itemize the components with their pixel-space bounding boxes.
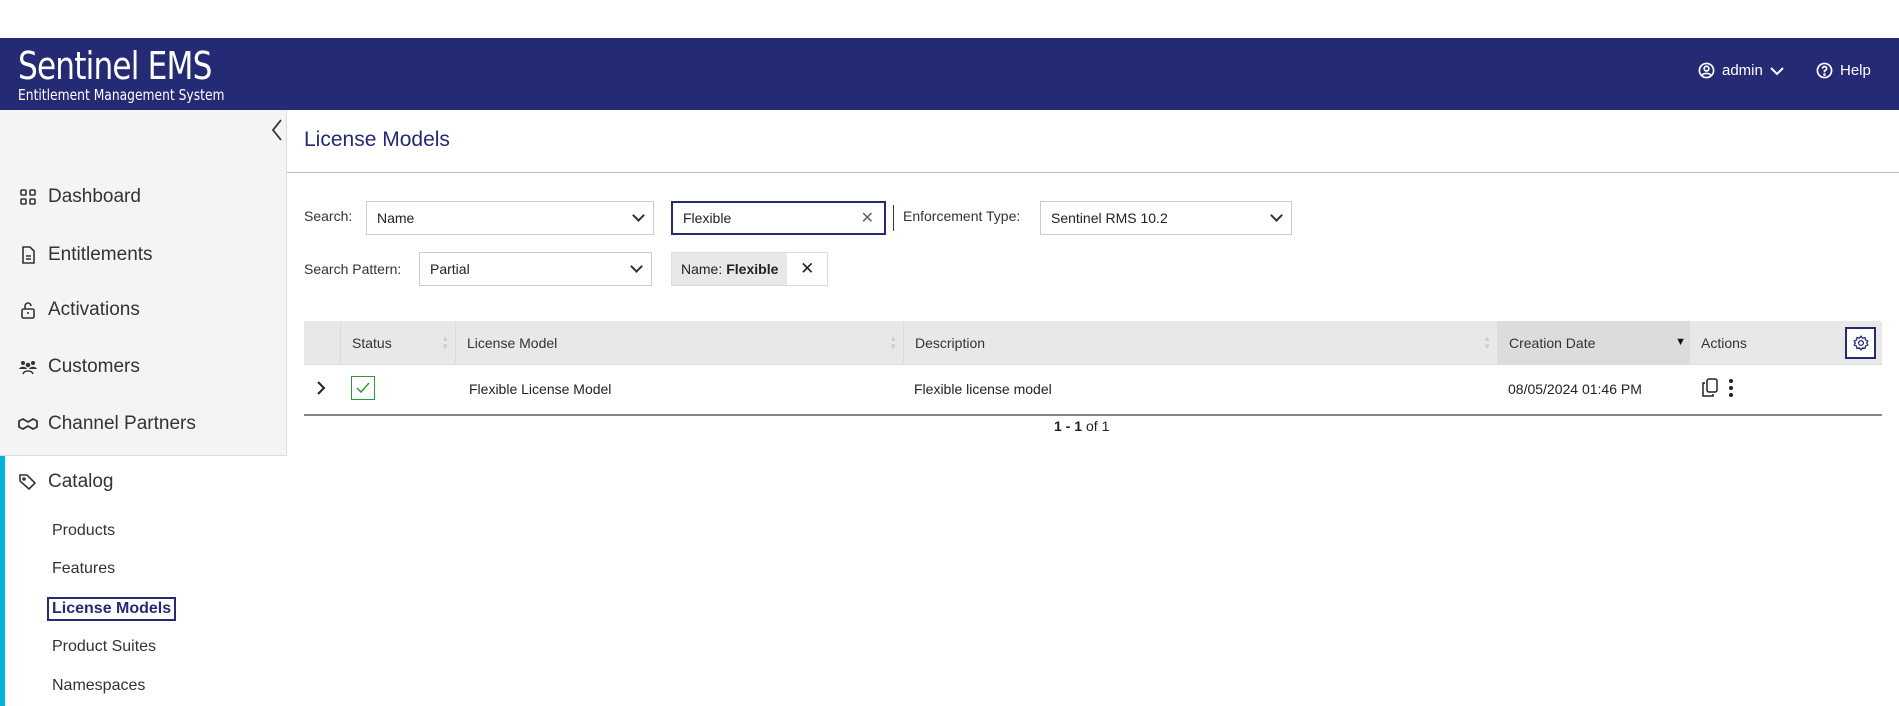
enforcement-type-select[interactable]: Sentinel RMS 10.2 bbox=[1040, 201, 1292, 235]
chevron-down-icon bbox=[630, 260, 643, 273]
sidebar-item-dashboard[interactable]: Dashboard bbox=[18, 186, 141, 208]
remove-filter-icon[interactable]: ✕ bbox=[787, 253, 827, 285]
unlock-icon bbox=[21, 302, 35, 319]
more-actions-icon[interactable] bbox=[1728, 378, 1734, 398]
grid-icon bbox=[20, 189, 36, 205]
column-label: Creation Date bbox=[1509, 335, 1596, 351]
enforcement-label: Enforcement Type: bbox=[903, 208, 1021, 224]
sidebar-item-label: Entitlements bbox=[48, 244, 153, 265]
gear-icon bbox=[1852, 335, 1869, 351]
help-link[interactable]: Help bbox=[1816, 62, 1871, 79]
sort-icon: ▲ ▼ bbox=[1483, 334, 1491, 351]
document-icon bbox=[22, 246, 35, 264]
pagination-total: of 1 bbox=[1086, 418, 1110, 434]
chevron-down-icon bbox=[1270, 209, 1283, 222]
sidebar-subitem-license-models[interactable]: License Models bbox=[47, 597, 177, 621]
users-icon bbox=[19, 361, 37, 375]
sidebar-item-label: Customers bbox=[48, 356, 140, 377]
sidebar-item-label: Channel Partners bbox=[48, 413, 196, 434]
sidebar-item-label: Dashboard bbox=[48, 186, 141, 207]
column-header-status[interactable]: Status ▲ ▼ bbox=[340, 321, 455, 365]
search-input[interactable]: Flexible ✕ bbox=[671, 201, 886, 235]
sidebar-subitem-namespaces[interactable]: Namespaces bbox=[52, 677, 145, 695]
cell-creation-date: 08/05/2024 01:46 PM bbox=[1508, 381, 1642, 397]
expand-row-icon[interactable] bbox=[316, 380, 326, 396]
user-circle-icon bbox=[1698, 62, 1715, 79]
table-header: Status ▲ ▼ License Model ▲ ▼ Description ▲ ▼ C… bbox=[304, 321, 1882, 365]
pagination-range: 1 - 1 bbox=[1054, 418, 1083, 434]
enforcement-value: Sentinel RMS 10.2 bbox=[1051, 210, 1168, 226]
sidebar-item-customers[interactable]: Customers bbox=[18, 356, 140, 378]
pagination: 1 - 1 of 1 bbox=[1054, 418, 1109, 434]
sort-desc-icon: ▼ bbox=[1675, 336, 1686, 348]
sort-icon: ▲ ▼ bbox=[889, 334, 897, 351]
separator bbox=[893, 205, 894, 231]
sidebar-subitem-features[interactable]: Features bbox=[52, 560, 115, 578]
table-bottom-border bbox=[304, 414, 1882, 416]
sidebar-subitem-product-suites[interactable]: Product Suites bbox=[52, 638, 156, 656]
chevron-down-icon bbox=[1770, 66, 1784, 75]
help-label: Help bbox=[1840, 62, 1871, 79]
active-section-indicator bbox=[0, 456, 5, 706]
status-enabled-icon bbox=[351, 376, 375, 400]
chip-value: Flexible bbox=[726, 261, 779, 277]
search-field-value: Name bbox=[377, 210, 415, 226]
cell-description: Flexible license model bbox=[914, 381, 1052, 397]
column-header-creation-date[interactable]: Creation Date ▼ bbox=[1497, 321, 1690, 365]
search-input-value: Flexible bbox=[683, 210, 732, 226]
column-label: Actions bbox=[1701, 335, 1747, 351]
chevron-down-icon bbox=[632, 209, 645, 222]
search-pattern-select[interactable]: Partial bbox=[419, 252, 652, 286]
chip-key: Name: bbox=[681, 261, 723, 277]
filter-chip: Name: Flexible ✕ bbox=[671, 252, 828, 286]
handshake-icon bbox=[18, 417, 38, 431]
cell-license-model[interactable]: Flexible License Model bbox=[469, 365, 611, 413]
column-label: License Model bbox=[467, 335, 558, 351]
user-menu[interactable]: admin bbox=[1698, 62, 1784, 79]
page-title: License Models bbox=[304, 128, 450, 151]
column-settings-button[interactable] bbox=[1845, 327, 1876, 359]
pattern-label: Search Pattern: bbox=[304, 261, 402, 277]
column-label: Status bbox=[352, 335, 392, 351]
divider bbox=[287, 172, 1899, 173]
column-header-license-model[interactable]: License Model ▲ ▼ bbox=[455, 321, 903, 365]
sidebar-item-activations[interactable]: Activations bbox=[18, 299, 140, 321]
sidebar-item-catalog[interactable]: Catalog bbox=[18, 471, 114, 493]
sidebar-item-label: Catalog bbox=[48, 471, 114, 492]
sidebar-item-channel-partners[interactable]: Channel Partners bbox=[18, 413, 196, 435]
search-field-select[interactable]: Name bbox=[366, 201, 654, 235]
help-icon bbox=[1816, 62, 1833, 79]
clear-icon[interactable]: ✕ bbox=[861, 208, 874, 228]
sidebar-item-entitlements[interactable]: Entitlements bbox=[18, 244, 153, 266]
column-header-actions: Actions bbox=[1690, 321, 1840, 365]
sidebar-subitem-products[interactable]: Products bbox=[52, 522, 115, 540]
logo-subtitle: Entitlement Management System bbox=[18, 86, 225, 104]
sidebar bbox=[0, 110, 287, 456]
sort-icon: ▲ ▼ bbox=[441, 334, 449, 351]
logo-title: Sentinel EMS bbox=[18, 44, 212, 88]
sidebar-item-label: Activations bbox=[48, 299, 140, 320]
user-name: admin bbox=[1722, 62, 1763, 79]
column-header-description[interactable]: Description ▲ ▼ bbox=[903, 321, 1497, 365]
copy-icon[interactable] bbox=[1701, 378, 1719, 398]
collapse-sidebar-icon[interactable] bbox=[270, 118, 284, 142]
search-label: Search: bbox=[304, 208, 353, 224]
app-header: Sentinel EMS Entitlement Management Syst… bbox=[0, 38, 1899, 110]
pattern-value: Partial bbox=[430, 261, 470, 277]
tag-icon bbox=[19, 474, 37, 491]
column-label: Description bbox=[915, 335, 986, 351]
